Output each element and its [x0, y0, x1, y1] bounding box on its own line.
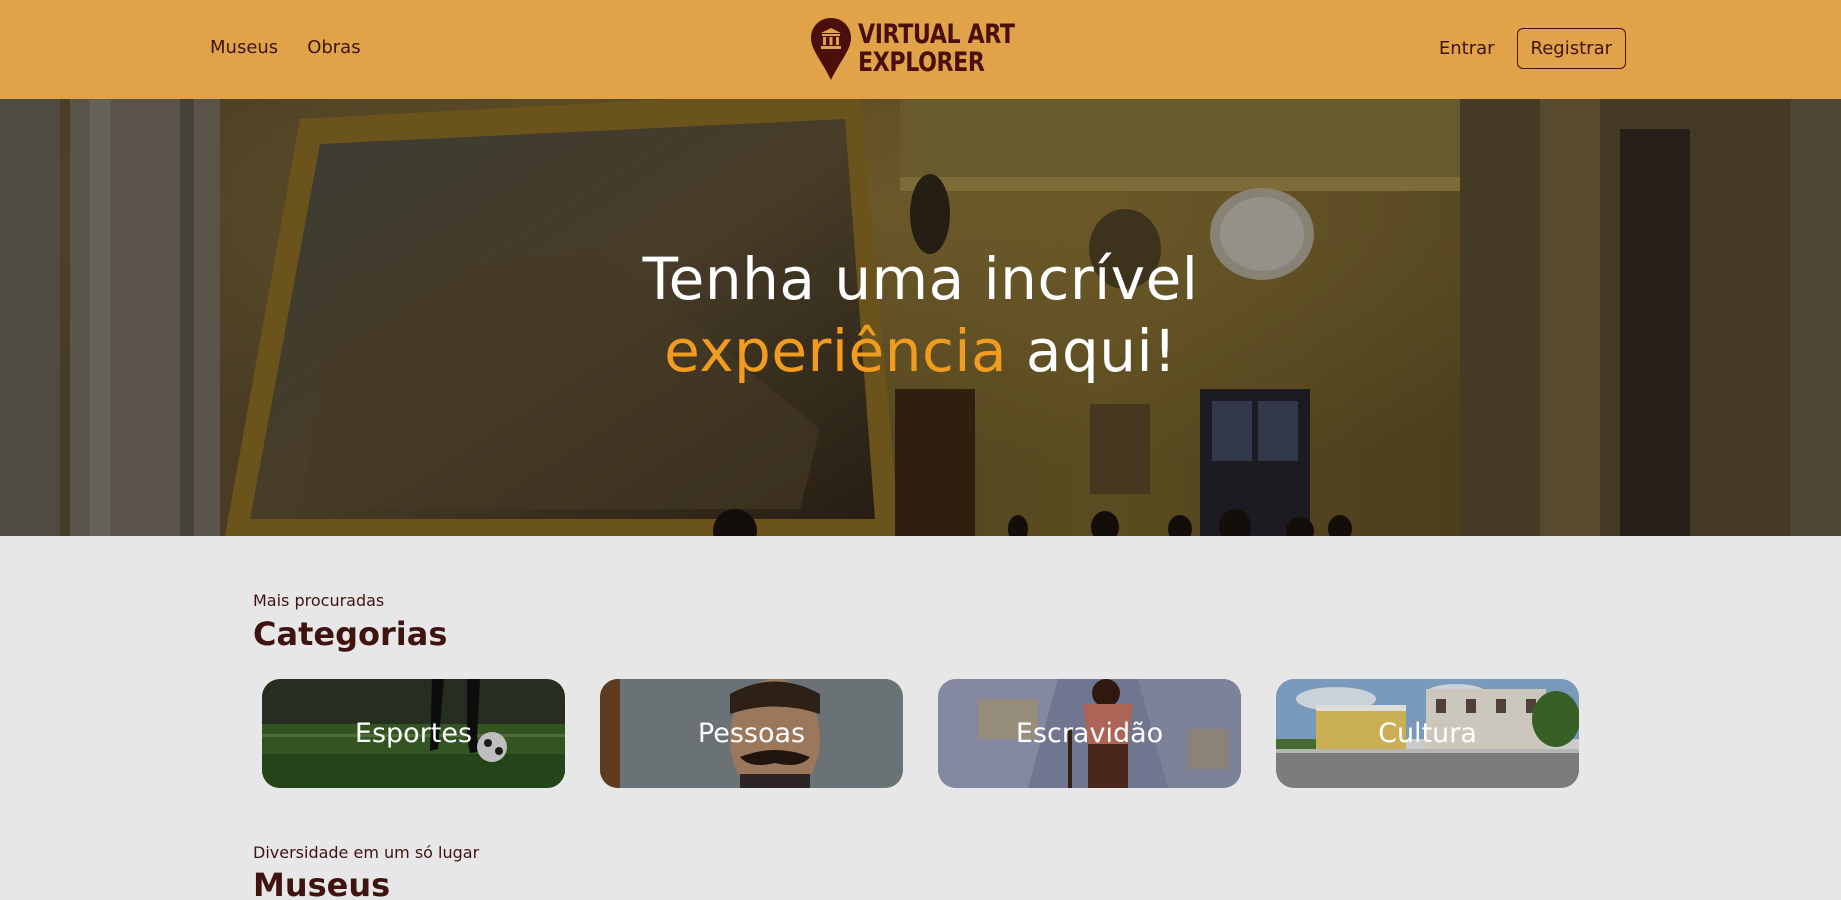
categories-title: Categorias	[253, 615, 448, 653]
nav-link-obras[interactable]: Obras	[307, 36, 360, 60]
top-navbar: Museus Obras VIRTUAL ART EXPLORER Entrar…	[0, 0, 1841, 99]
category-cards: Esportes Pessoas Escravidão Cultura	[262, 679, 1579, 788]
nav-link-museus[interactable]: Museus	[210, 36, 278, 60]
categories-eyebrow: Mais procuradas	[253, 591, 385, 610]
category-label: Escravidão	[1015, 717, 1164, 749]
category-card-escravidao[interactable]: Escravidão	[938, 679, 1241, 788]
map-pin-museum-icon	[811, 18, 851, 80]
logo-line-1: VIRTUAL ART	[858, 19, 1015, 50]
logo-line-2: EXPLORER	[858, 47, 985, 78]
hero-headline-rest: aqui!	[1007, 317, 1177, 385]
category-label: Esportes	[354, 717, 473, 749]
register-button[interactable]: Registrar	[1516, 28, 1626, 69]
category-label: Cultura	[1378, 717, 1477, 749]
main-nav: Museus Obras	[210, 36, 361, 60]
logo-wordmark: VIRTUAL ART EXPLORER	[858, 21, 1015, 77]
hero-banner: Tenha uma incrível experiência aqui!	[0, 99, 1841, 536]
museums-title: Museus	[253, 866, 391, 900]
category-card-esportes[interactable]: Esportes	[262, 679, 565, 788]
login-link[interactable]: Entrar	[1439, 29, 1495, 69]
hero-headline: Tenha uma incrível experiência aqui!	[0, 243, 1841, 387]
hero-headline-line-2: experiência aqui!	[0, 315, 1841, 387]
category-card-pessoas[interactable]: Pessoas	[600, 679, 903, 788]
museums-eyebrow: Diversidade em um só lugar	[253, 843, 480, 862]
category-card-cultura[interactable]: Cultura	[1276, 679, 1579, 788]
site-logo[interactable]: VIRTUAL ART EXPLORER	[810, 17, 1049, 81]
hero-headline-line-1: Tenha uma incrível	[642, 245, 1199, 313]
hero-headline-accent: experiência	[664, 317, 1007, 385]
category-label: Pessoas	[697, 717, 806, 749]
auth-nav: Entrar Registrar	[1439, 28, 1626, 69]
